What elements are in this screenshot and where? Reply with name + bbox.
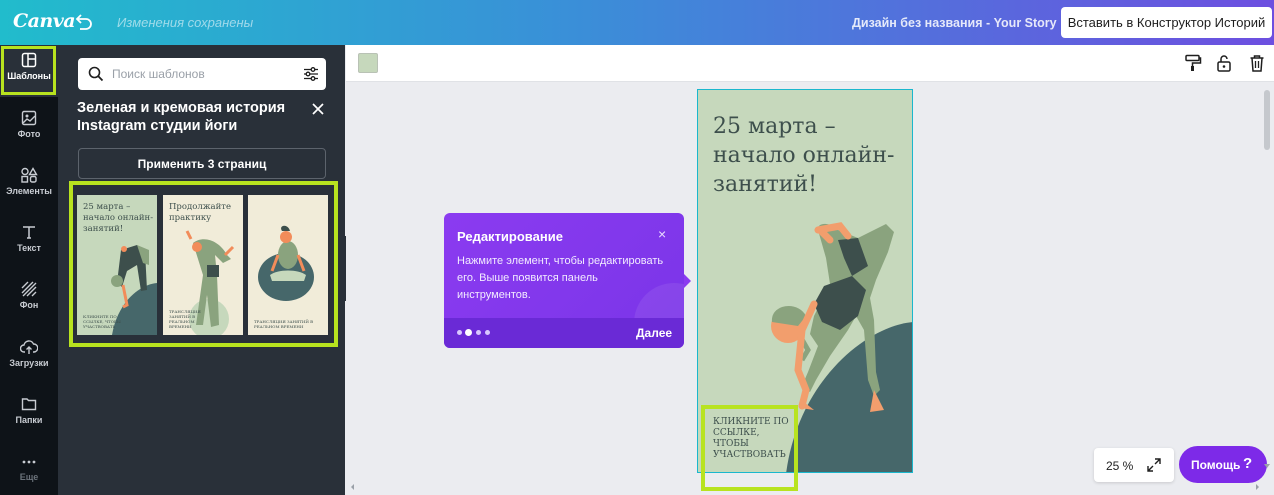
nav-templates[interactable]: Шаблоны bbox=[0, 45, 58, 97]
more-icon bbox=[22, 460, 36, 464]
templates-panel: Поиск шаблонов Зеленая и кремовая истори… bbox=[58, 45, 345, 495]
nav-folders[interactable]: Папки bbox=[0, 389, 58, 441]
template-thumbnails: 25 марта – начало онлайн-занятий! КЛИКНИ… bbox=[69, 181, 338, 347]
zoom-control[interactable]: 25 % bbox=[1094, 448, 1174, 482]
tooltip-footer: Далее bbox=[444, 318, 684, 348]
nav-elements[interactable]: Элементы bbox=[0, 160, 58, 212]
highlight-box bbox=[701, 405, 798, 491]
thumb-heading: 25 марта – начало онлайн-занятий! bbox=[83, 202, 154, 234]
undo-icon[interactable] bbox=[72, 11, 94, 33]
tooltip-title: Редактирование bbox=[457, 229, 563, 244]
background-icon bbox=[21, 281, 37, 297]
help-button[interactable]: Помощь ? bbox=[1179, 446, 1267, 483]
nav-label: Загрузки bbox=[9, 358, 49, 368]
background-color-swatch[interactable] bbox=[358, 53, 378, 73]
nav-label: Еще bbox=[19, 472, 39, 482]
editing-tooltip: Редактирование × Нажмите элемент, чтобы … bbox=[444, 213, 684, 348]
highlight-box bbox=[1, 46, 56, 95]
help-icon: ? bbox=[1243, 455, 1253, 472]
left-nav: Шаблоны Фото Элементы Текст Фон Загрузки… bbox=[0, 45, 58, 495]
nav-label: Фото bbox=[17, 129, 41, 139]
tooltip-arrow bbox=[684, 274, 691, 288]
apply-pages-button[interactable]: Применить 3 страниц bbox=[78, 148, 326, 179]
tooltip-body: Нажмите элемент, чтобы редактировать его… bbox=[457, 255, 664, 301]
nav-photo[interactable]: Фото bbox=[0, 103, 58, 155]
nav-text[interactable]: Текст bbox=[0, 217, 58, 269]
editor-toolbar bbox=[346, 45, 1274, 82]
nav-label: Папки bbox=[15, 415, 43, 425]
zoom-level: 25 % bbox=[1106, 459, 1134, 473]
text-icon bbox=[23, 226, 35, 239]
thumb-heading: Продолжайте практику bbox=[169, 202, 232, 223]
template-title: Зеленая и кремовая история Instagram сту… bbox=[77, 100, 286, 134]
search-icon bbox=[88, 66, 104, 82]
folder-icon bbox=[21, 398, 37, 411]
next-button[interactable]: Далее bbox=[636, 326, 672, 340]
tooltip-close-icon[interactable]: × bbox=[658, 226, 666, 242]
template-thumbnail-1[interactable]: 25 марта – начало онлайн-занятий! КЛИКНИ… bbox=[77, 195, 157, 335]
thumb-footer: КЛИКНИТЕ ПО ССЫЛКЕ, ЧТОБЫ УЧАСТВОВАТЬ bbox=[83, 314, 121, 329]
step-dot-active bbox=[465, 329, 472, 336]
upload-icon bbox=[20, 340, 38, 354]
nav-uploads[interactable]: Загрузки bbox=[0, 332, 58, 384]
help-label: Помощь bbox=[1191, 458, 1241, 472]
horizontal-scrollbar[interactable] bbox=[350, 482, 1260, 492]
unlock-icon[interactable] bbox=[1215, 54, 1233, 72]
template-thumbnail-2[interactable]: Продолжайте практику ТРАНСЛЯЦИЯ ЗАНЯТИЙ … bbox=[163, 195, 243, 335]
thumb-footer: ТРАНСЛЯЦИЯ ЗАНЯТИЙ В РЕАЛЬНОМ ВРЕМЕНИ bbox=[254, 319, 314, 329]
insert-story-button[interactable]: Вставить в Конструктор Историй bbox=[1061, 7, 1272, 38]
save-status: Изменения сохранены bbox=[117, 15, 254, 30]
photo-icon bbox=[21, 110, 37, 126]
vertical-scrollbar[interactable] bbox=[1262, 90, 1272, 470]
fullscreen-icon[interactable] bbox=[1147, 458, 1161, 472]
nav-more[interactable]: Еще bbox=[0, 446, 58, 495]
thumb-footer: ТРАНСЛЯЦИЯ ЗАНЯТИЙ В РЕАЛЬНОМ ВРЕМЕНИ bbox=[169, 309, 201, 329]
yoga-figure-image bbox=[258, 225, 314, 301]
step-dot bbox=[485, 330, 490, 335]
filter-icon[interactable] bbox=[303, 66, 319, 82]
search-placeholder: Поиск шаблонов bbox=[112, 67, 205, 81]
nav-label: Элементы bbox=[6, 186, 52, 196]
template-thumbnail-3[interactable]: ТРАНСЛЯЦИЯ ЗАНЯТИЙ В РЕАЛЬНОМ ВРЕМЕНИ bbox=[248, 195, 328, 335]
nav-background[interactable]: Фон bbox=[0, 274, 58, 326]
elements-icon bbox=[21, 167, 38, 183]
canva-logo[interactable]: Canva bbox=[13, 10, 76, 32]
step-dot bbox=[457, 330, 462, 335]
document-title[interactable]: Дизайн без названия - Your Story bbox=[852, 16, 1057, 30]
nav-label: Текст bbox=[17, 243, 41, 253]
nav-label: Фон bbox=[19, 300, 39, 310]
search-templates-input[interactable]: Поиск шаблонов bbox=[78, 58, 326, 90]
step-dot bbox=[476, 330, 481, 335]
top-bar: Canva Изменения сохранены Дизайн без наз… bbox=[0, 0, 1274, 45]
paint-roller-icon[interactable] bbox=[1184, 54, 1202, 72]
close-icon[interactable] bbox=[311, 102, 325, 116]
trash-icon[interactable] bbox=[1248, 54, 1266, 72]
